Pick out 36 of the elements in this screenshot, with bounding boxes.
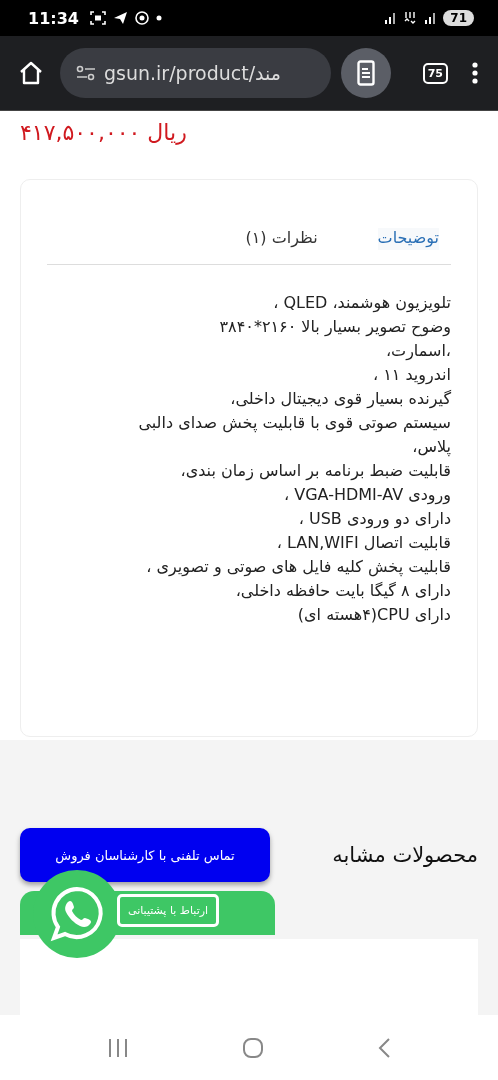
- dot-icon: [155, 15, 162, 21]
- description-line: دارای دو ورودی USB ،: [297, 508, 451, 531]
- browser-icon: [134, 11, 149, 25]
- description-line: ورودی VGA-HDMI-AV ،: [282, 484, 451, 507]
- product-price: ریال ۴۱۷,۵۰۰,۰۰۰: [20, 119, 187, 145]
- description-line: تلویزیون هوشمند، QLED ،: [272, 292, 451, 315]
- description-line: قابلیت پخش کلیه فایل های صوتی و تصویری ،: [145, 556, 451, 579]
- tab-count-button[interactable]: 75: [422, 62, 448, 84]
- section-title: محصولات مشابه: [332, 843, 478, 867]
- network-icon: [403, 11, 418, 25]
- description-line: قابلیت اتصال LAN,WIFI ،: [275, 532, 451, 554]
- signal-icon: [384, 12, 397, 24]
- recent-apps-icon[interactable]: [106, 1037, 129, 1058]
- url-text: gsun.ir/product/مند: [104, 62, 281, 84]
- signal-icon: [424, 12, 437, 24]
- description-line: اندروید ۱۱ ،: [371, 364, 451, 387]
- site-settings-icon[interactable]: [76, 65, 96, 81]
- description-line: قابلیت ضبط برنامه بر اساس زمان بندی،: [179, 460, 451, 483]
- tab[interactable]: نظرات (۱): [245, 228, 318, 250]
- description-line: گیرنده بسیار قوی دیجیتال داخلی،: [229, 388, 451, 411]
- send-icon: [112, 11, 128, 25]
- address-bar[interactable]: gsun.ir/product/مند: [60, 48, 331, 98]
- description-line: سیستم صوتی قوی با قابلیت پخش صدای دالبی پلاس،: [137, 412, 451, 459]
- reader-mode-button[interactable]: [340, 48, 391, 98]
- call-sales-button[interactable]: تماس تلفنی با کارشناسان فروش: [20, 828, 270, 882]
- description-line: دارای CPU(۴هسته ای): [296, 604, 451, 627]
- more-menu-icon[interactable]: [472, 62, 478, 84]
- battery-indicator: 71: [443, 10, 474, 26]
- back-icon[interactable]: [377, 1036, 392, 1059]
- tab[interactable]: توضیحات: [377, 228, 439, 250]
- description-line: دارای ۸ گیگا بایت حافظه داخلی،: [234, 580, 451, 603]
- status-time: 11:34: [28, 8, 79, 28]
- description-line: وضوح تصویر بسیار بالا ۲۱۶۰*۳۸۴۰: [218, 316, 451, 339]
- description-line: ،اسمارت،: [384, 340, 451, 363]
- document-icon: [356, 60, 375, 86]
- screenshot-icon: [89, 11, 106, 25]
